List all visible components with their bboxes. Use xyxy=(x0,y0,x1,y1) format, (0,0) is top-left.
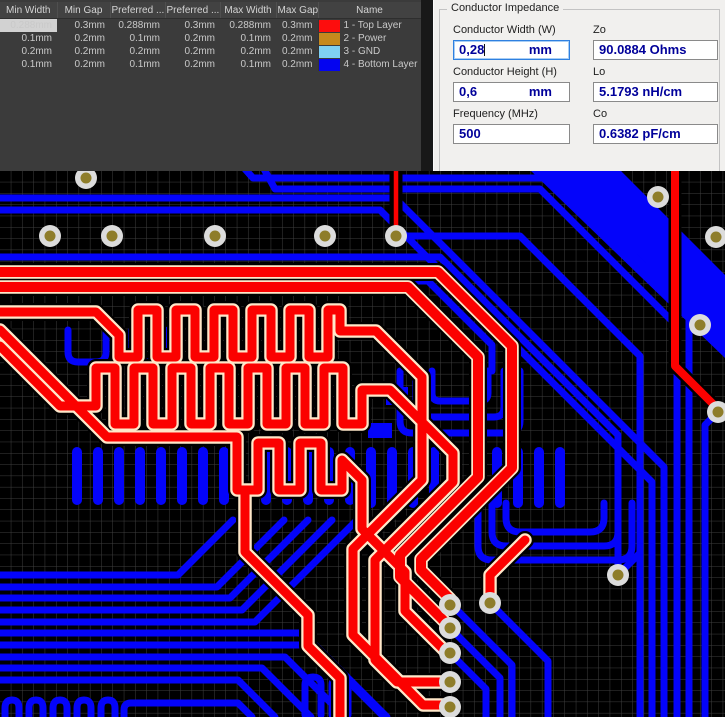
layer-name: 2 - Power xyxy=(344,33,387,44)
col-header-preferred-2[interactable]: Preferred ... xyxy=(165,2,220,19)
col-header-max-width[interactable]: Max Width xyxy=(220,2,276,19)
table-row[interactable]: 0.288mm 0.3mm 0.288mm 0.3mm 0.288mm 0.3m… xyxy=(0,19,421,33)
text-caret xyxy=(484,44,485,56)
table-row[interactable]: 0.2mm 0.2mm 0.2mm 0.2mm 0.2mm 0.2mm 3 - … xyxy=(0,45,421,58)
table-row[interactable]: 0.1mm 0.2mm 0.1mm 0.2mm 0.1mm 0.2mm 4 - … xyxy=(0,58,421,71)
conductor-height-unit: mm xyxy=(529,83,552,101)
pcb-editor-window: Min Width Min Gap Preferred ... Preferre… xyxy=(0,0,725,717)
table-header-row: Min Width Min Gap Preferred ... Preferre… xyxy=(0,2,421,19)
co-output[interactable]: 0.6382 pF/cm xyxy=(593,124,718,144)
layer-rules-table[interactable]: Min Width Min Gap Preferred ... Preferre… xyxy=(0,2,422,71)
co-label: Co xyxy=(593,108,607,120)
impedance-panel-title: Conductor Impedance xyxy=(447,2,563,14)
layer-name: 4 - Bottom Layer xyxy=(344,59,418,70)
layer-color-swatch xyxy=(319,46,340,58)
col-header-max-gap[interactable]: Max Gap xyxy=(276,2,318,19)
conductor-height-input[interactable]: 0,6 mm xyxy=(453,82,570,102)
col-header-name[interactable]: Name xyxy=(318,2,421,19)
frequency-input[interactable]: 500 xyxy=(453,124,570,144)
layer-color-swatch xyxy=(319,33,340,45)
zo-output[interactable]: 90.0884 Ohms xyxy=(593,40,718,60)
conductor-width-unit: mm xyxy=(529,41,552,59)
conductor-height-label: Conductor Height (H) xyxy=(453,66,557,78)
cell-selected[interactable]: 0.288mm xyxy=(0,19,57,33)
lo-output[interactable]: 5.1793 nH/cm xyxy=(593,82,718,102)
layer-name: 1 - Top Layer xyxy=(344,20,402,31)
conductor-width-label: Conductor Width (W) xyxy=(453,24,556,36)
col-header-preferred-1[interactable]: Preferred ... xyxy=(110,2,165,19)
layer-color-swatch xyxy=(319,20,340,32)
col-header-min-width[interactable]: Min Width xyxy=(0,2,57,19)
layer-color-swatch xyxy=(319,59,340,71)
pcb-view[interactable] xyxy=(0,171,725,717)
layer-name: 3 - GND xyxy=(344,46,381,57)
table-row[interactable]: 0.1mm 0.2mm 0.1mm 0.2mm 0.1mm 0.2mm 2 - … xyxy=(0,32,421,45)
conductor-width-input[interactable]: 0,28 mm xyxy=(453,40,570,60)
panel-divider xyxy=(421,0,433,171)
col-header-min-gap[interactable]: Min Gap xyxy=(57,2,110,19)
frequency-label: Frequency (MHz) xyxy=(453,108,538,120)
zo-label: Zo xyxy=(593,24,606,36)
layer-rules-panel: Min Width Min Gap Preferred ... Preferre… xyxy=(0,0,421,171)
conductor-impedance-panel: Conductor Impedance Conductor Width (W) … xyxy=(433,0,725,171)
lo-label: Lo xyxy=(593,66,605,78)
